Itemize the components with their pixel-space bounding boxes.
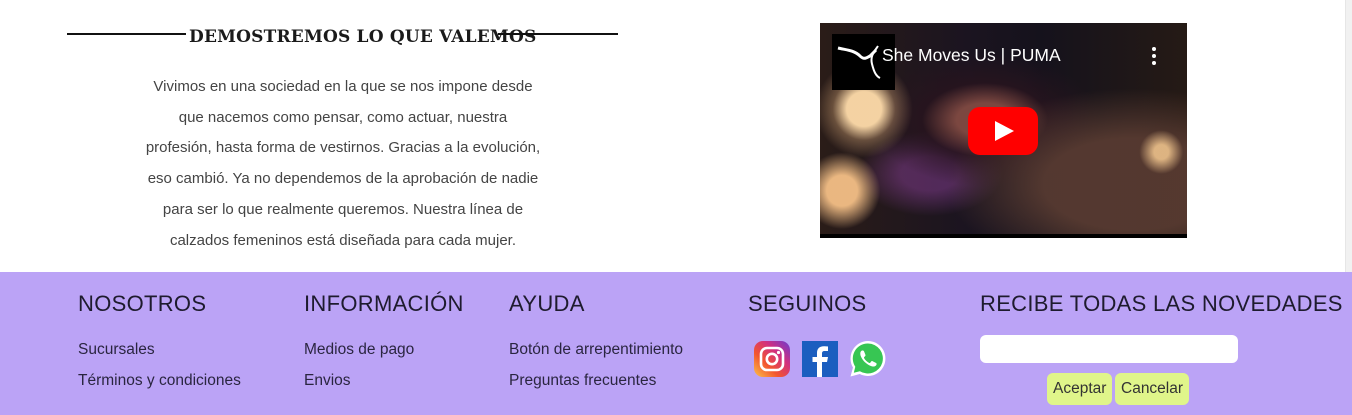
heading-divider-left <box>67 33 186 35</box>
whatsapp-icon[interactable] <box>848 339 888 379</box>
newsletter-email-input[interactable] <box>980 335 1238 363</box>
play-button[interactable] <box>968 107 1038 155</box>
content-section: DEMOSTREMOS LO QUE VALEMOS Vivimos en un… <box>0 0 1352 272</box>
youtube-video-embed[interactable]: She Moves Us | PUMA <box>820 23 1187 238</box>
cancel-button[interactable]: Cancelar <box>1115 373 1190 405</box>
section-heading: DEMOSTREMOS LO QUE VALEMOS <box>189 27 537 47</box>
footer-title-ayuda: AYUDA <box>509 291 585 316</box>
video-bottom-bar <box>820 234 1187 238</box>
facebook-icon[interactable] <box>801 340 839 378</box>
section-heading-block: DEMOSTREMOS LO QUE VALEMOS <box>67 24 618 54</box>
accept-button[interactable]: Aceptar <box>1047 373 1113 405</box>
more-options-icon[interactable] <box>1151 47 1157 65</box>
section-paragraph: Vivimos en una sociedad en la que se nos… <box>145 78 541 249</box>
scrollbar-track[interactable] <box>1345 0 1352 272</box>
footer-title-nosotros: NOSOTROS <box>78 291 207 316</box>
heading-divider-right <box>498 33 618 35</box>
link-envios[interactable]: Envios <box>304 372 351 390</box>
footer-title-seguinos: SEGUINOS <box>748 291 867 316</box>
instagram-icon[interactable] <box>753 340 791 378</box>
link-terminos[interactable]: Términos y condiciones <box>78 372 241 390</box>
link-preguntas-frecuentes[interactable]: Preguntas frecuentes <box>509 372 656 390</box>
link-medios-de-pago[interactable]: Medios de pago <box>304 341 414 359</box>
site-footer: NOSOTROS Sucursales Términos y condicion… <box>0 272 1352 415</box>
link-boton-arrepentimiento[interactable]: Botón de arrepentimiento <box>509 341 683 359</box>
footer-title-informacion: INFORMACIÓN <box>304 291 464 316</box>
link-sucursales[interactable]: Sucursales <box>78 341 155 359</box>
video-title[interactable]: She Moves Us | PUMA <box>882 45 1061 66</box>
footer-title-newsletter: RECIBE TODAS LAS NOVEDADES <box>980 291 1343 316</box>
